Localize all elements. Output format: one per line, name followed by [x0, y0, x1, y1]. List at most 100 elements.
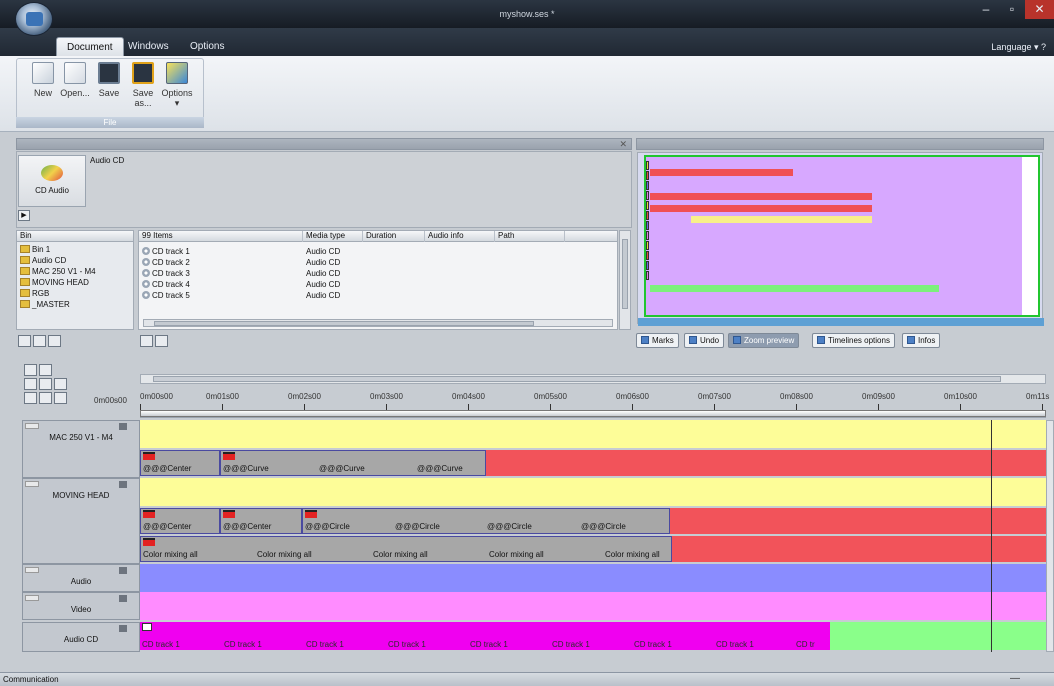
tab-document[interactable]: Document — [56, 37, 124, 56]
grid-view-icon[interactable] — [140, 335, 153, 347]
app-menu-orb[interactable] — [15, 2, 53, 36]
language-menu[interactable]: Language ▾ ? — [991, 42, 1046, 53]
lock-icon[interactable] — [119, 595, 127, 602]
list-row[interactable]: CD track 2 Audio CD — [139, 257, 617, 268]
status-minimize[interactable]: — — [1010, 673, 1020, 684]
range-tool-icon[interactable] — [39, 364, 52, 376]
track-header-audio[interactable]: Audio — [22, 564, 140, 592]
bin-item[interactable]: MAC 250 V1 - M4 — [20, 266, 96, 277]
save-as-button[interactable]: Save as... — [126, 62, 160, 108]
bin-item[interactable]: Audio CD — [20, 255, 66, 266]
lane-mh-yellow[interactable] — [140, 478, 1046, 506]
ruler-tick-label: 0m01s00 — [206, 392, 239, 401]
clip-repeat-label: Color mixing all — [605, 550, 660, 559]
timeline-tracks: MAC 250 V1 - M4 @@@Center @@@Curve @@@Cu… — [16, 420, 1046, 652]
ruler-tick-label: 0m00s00 — [140, 392, 173, 401]
pointer-tool-icon[interactable] — [24, 364, 37, 376]
new-document-icon — [32, 62, 54, 84]
new-button[interactable]: New — [26, 62, 60, 98]
cd-track-icon — [142, 280, 150, 288]
play-button[interactable]: ▶ — [18, 210, 30, 221]
floppy-disk-icon — [98, 62, 120, 84]
lane-audio[interactable] — [140, 564, 1046, 592]
lane-mac-clips[interactable]: @@@Center @@@Curve @@@Curve @@@Curve — [140, 450, 1046, 476]
cd-audio-tile[interactable]: CD Audio — [18, 155, 86, 207]
bin-item-label: RGB — [32, 289, 50, 298]
snap-right-icon[interactable] — [39, 392, 52, 404]
tab-undo[interactable]: Undo — [684, 333, 725, 348]
list-row[interactable]: CD track 5 Audio CD — [139, 290, 617, 301]
lane-audio-cd[interactable]: CD track 1 CD track 1 CD track 1 CD trac… — [140, 622, 1046, 650]
time-ruler[interactable]: 0m00s00 0m01s00 0m02s00 0m03s00 0m04s00 0m05s… — [140, 388, 1049, 418]
clip[interactable]: @@@Center — [140, 450, 220, 476]
zoom-preview-scrollbar[interactable] — [638, 318, 1044, 326]
lane-mh-color[interactable]: Color mixing all Color mixing all Color … — [140, 536, 1046, 562]
minimize-button[interactable]: – — [973, 0, 999, 19]
clip-repeat-label: Color mixing all — [257, 550, 312, 559]
lock-icon[interactable] — [119, 567, 127, 574]
lane-mac-yellow[interactable] — [140, 420, 1046, 448]
timeline-scrollbar[interactable] — [140, 374, 1046, 384]
zoom-preview-bar — [649, 285, 940, 292]
view-toolbar — [140, 335, 176, 349]
column-duration[interactable]: Duration — [363, 231, 425, 242]
loop-icon[interactable] — [54, 392, 67, 404]
maximize-button[interactable]: ▫ — [999, 0, 1025, 19]
lock-icon[interactable] — [119, 625, 127, 632]
playhead[interactable] — [991, 420, 992, 652]
open-button[interactable]: Open... — [58, 62, 92, 98]
new-bin-icon[interactable] — [18, 335, 31, 347]
track-header-video[interactable]: Video — [22, 592, 140, 620]
column-audio-info[interactable]: Audio info — [425, 231, 495, 242]
tab-options[interactable]: Options — [180, 37, 234, 56]
tab-windows[interactable]: Windows — [118, 37, 179, 56]
lane-video[interactable] — [140, 592, 1046, 620]
new-label: New — [33, 88, 52, 98]
list-vertical-scrollbar[interactable] — [619, 230, 631, 330]
cd-icon[interactable] — [48, 335, 61, 347]
tab-zoom-preview[interactable]: Zoom preview — [728, 333, 800, 348]
zoom-icon[interactable] — [24, 378, 37, 390]
clip[interactable]: Color mixing all Color mixing all Color … — [140, 536, 672, 562]
list-row[interactable]: CD track 1 Audio CD — [139, 246, 617, 257]
clip[interactable]: @@@Center — [140, 508, 220, 534]
bin-item[interactable]: Bin 1 — [20, 244, 50, 255]
minus-icon[interactable] — [54, 378, 67, 390]
bin-item[interactable]: MOVING HEAD — [20, 277, 89, 288]
zoom-preview[interactable] — [637, 152, 1044, 326]
track-header-audio-cd[interactable]: Audio CD — [22, 622, 140, 652]
fixture-icon — [20, 300, 30, 308]
column-path[interactable]: Path — [495, 231, 565, 242]
lock-icon[interactable] — [119, 481, 127, 488]
clip[interactable]: @@@Circle @@@Circle @@@Circle @@@Circle — [302, 508, 670, 534]
column-items[interactable]: 99 Items — [139, 231, 303, 242]
column-media-type[interactable]: Media type — [303, 231, 363, 242]
close-icon[interactable]: ✕ — [619, 139, 627, 150]
options-button[interactable]: Options ▾ — [160, 62, 194, 109]
list-row[interactable]: CD track 4 Audio CD — [139, 279, 617, 290]
track-name: CD track 3 — [152, 269, 190, 278]
save-button[interactable]: Save — [92, 62, 126, 98]
timeline-vertical-scrollbar[interactable] — [1046, 420, 1054, 652]
lock-icon[interactable] — [119, 423, 127, 430]
list-horizontal-scrollbar[interactable] — [143, 319, 613, 327]
track-header-mac250[interactable]: MAC 250 V1 - M4 — [22, 420, 140, 478]
bin-item[interactable]: _MASTER — [20, 299, 70, 310]
zoom-out-icon[interactable] — [39, 378, 52, 390]
track-header-moving-head[interactable]: MOVING HEAD — [22, 478, 140, 564]
close-button[interactable]: ✕ — [1025, 0, 1054, 19]
list-row[interactable]: CD track 3 Audio CD — [139, 268, 617, 279]
cd-clip[interactable]: CD track 1 CD track 1 CD track 1 CD trac… — [140, 622, 830, 650]
preview-tabs: Marks Undo Zoom preview Timelines option… — [636, 333, 1044, 351]
list-view-icon[interactable] — [155, 335, 168, 347]
folder-open-icon[interactable] — [33, 335, 46, 347]
ruler-strip[interactable] — [140, 410, 1046, 417]
bin-item[interactable]: RGB — [20, 288, 49, 299]
clip[interactable]: @@@Center — [220, 508, 302, 534]
tab-marks[interactable]: Marks — [636, 333, 679, 348]
lane-mh-clips[interactable]: @@@Center @@@Center @@@Circle @@@Circle … — [140, 508, 1046, 534]
tab-infos[interactable]: Infos — [902, 333, 941, 348]
clip[interactable]: @@@Curve @@@Curve @@@Curve — [220, 450, 486, 476]
tab-timelines-options[interactable]: Timelines options — [812, 333, 895, 348]
snap-left-icon[interactable] — [24, 392, 37, 404]
